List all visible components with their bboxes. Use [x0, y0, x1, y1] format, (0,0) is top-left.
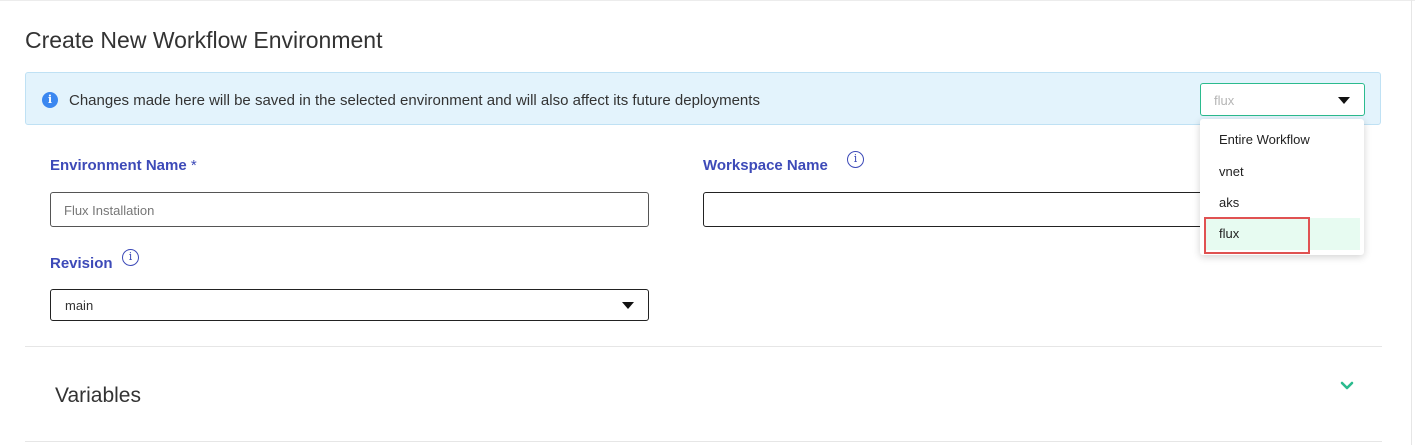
banner-message: Changes made here will be saved in the s… — [69, 92, 760, 109]
caret-down-icon — [1338, 97, 1350, 104]
variables-section-title[interactable]: Variables — [55, 384, 141, 408]
environment-name-label: Environment Name * — [50, 157, 197, 174]
chevron-down-icon[interactable] — [1340, 379, 1354, 393]
required-mark: * — [190, 157, 197, 174]
revision-select[interactable]: main — [50, 289, 649, 321]
right-scroll-edge — [1411, 0, 1412, 445]
environment-dropdown-menu: Entire Workflow vnet aks flux — [1200, 119, 1364, 255]
dropdown-option-aks[interactable]: aks — [1200, 187, 1364, 219]
page-title: Create New Workflow Environment — [25, 27, 383, 53]
environment-name-placeholder: Flux Installation — [64, 203, 155, 218]
revision-label: Revision — [50, 255, 113, 272]
top-border — [0, 0, 1415, 1]
environment-name-label-text: Environment Name — [50, 157, 187, 174]
workspace-name-label: Workspace Name — [703, 157, 828, 174]
info-icon: i — [42, 92, 58, 108]
revision-select-value: main — [65, 298, 94, 313]
workspace-info-icon[interactable]: i — [847, 151, 864, 168]
environment-select-value: flux — [1214, 93, 1235, 108]
section-divider — [25, 346, 1382, 347]
workspace-name-input[interactable] — [703, 192, 1223, 227]
dropdown-option-vnet[interactable]: vnet — [1200, 156, 1364, 188]
environment-select[interactable]: flux — [1200, 83, 1365, 116]
dropdown-option-entire-workflow[interactable]: Entire Workflow — [1200, 124, 1364, 156]
dropdown-option-flux[interactable]: flux — [1204, 218, 1360, 250]
caret-down-icon — [622, 302, 634, 309]
environment-name-input[interactable]: Flux Installation — [50, 192, 649, 227]
info-banner: i Changes made here will be saved in the… — [25, 72, 1381, 125]
revision-info-icon[interactable]: i — [122, 249, 139, 266]
section-divider-bottom — [25, 441, 1382, 442]
